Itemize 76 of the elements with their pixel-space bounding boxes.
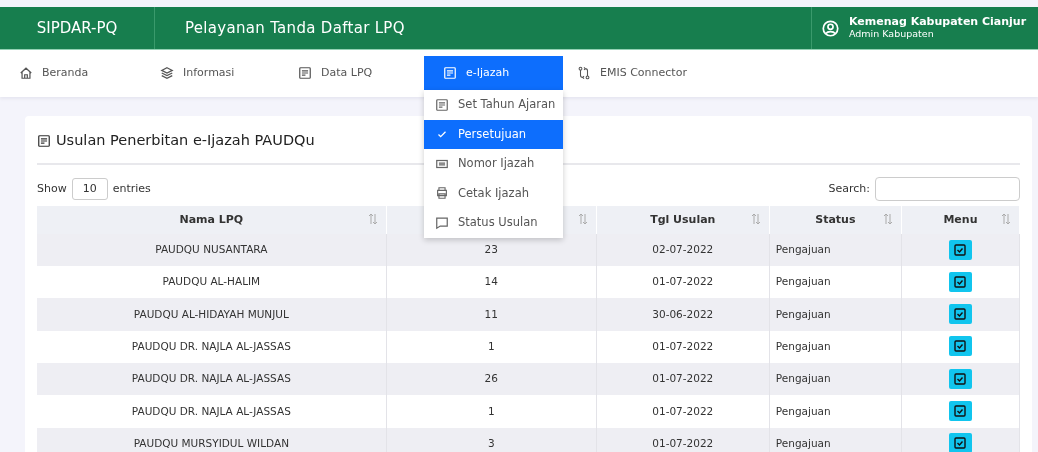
table-cell: 01-07-2022 xyxy=(652,275,714,288)
column-header[interactable]: Status xyxy=(769,205,902,234)
table-cell: PAUDQU DR. NAJLA AL-JASSAS xyxy=(131,372,291,385)
chat-icon xyxy=(435,215,449,230)
column-header[interactable]: Nama LPQ xyxy=(37,205,387,234)
user-name: Kemenag Kabupaten Cianjur xyxy=(849,15,1027,29)
table-cell: 1 xyxy=(487,404,495,417)
user-avatar-icon[interactable] xyxy=(822,19,839,37)
table-cell: 1 xyxy=(487,339,495,352)
document-icon xyxy=(435,97,449,112)
table-cell: 01-07-2022 xyxy=(652,404,714,417)
user-role: Admin Kabupaten xyxy=(849,28,935,41)
checkbox-icon xyxy=(954,243,967,256)
table-cell: PAUDQU AL-HIDAYAH MUNJUL xyxy=(133,307,289,320)
action-button[interactable] xyxy=(948,304,972,325)
table-cell: 11 xyxy=(484,307,498,320)
table-cell: Pengajuan xyxy=(775,243,831,255)
column-header[interactable]: Tgl Usulan xyxy=(596,205,770,234)
document-icon xyxy=(37,134,51,148)
action-button[interactable] xyxy=(948,271,972,292)
action-button[interactable] xyxy=(948,368,972,389)
table-cell: 01-07-2022 xyxy=(652,372,714,385)
checkbox-icon xyxy=(954,340,967,353)
table-cell: 3 xyxy=(487,436,495,449)
search-label: Search: xyxy=(828,180,870,197)
search-field[interactable] xyxy=(875,176,1020,201)
page-title: Pelayanan Tanda Daftar LPQ xyxy=(184,17,406,39)
action-button[interactable] xyxy=(948,336,972,357)
action-button[interactable] xyxy=(948,401,972,421)
checkbox-icon xyxy=(954,308,967,321)
table-cell: PAUDQU NUSANTARA xyxy=(155,243,268,255)
table-cell: Pengajuan xyxy=(775,307,831,320)
show-label: Show xyxy=(37,180,67,197)
table-cell: Pengajuan xyxy=(775,339,831,352)
action-button[interactable] xyxy=(948,239,972,260)
table-cell: PAUDQU MURSYIDUL WILDAN xyxy=(133,436,289,449)
table-cell: 30-06-2022 xyxy=(652,307,714,320)
dropdown-item[interactable]: Persetujuan xyxy=(424,119,563,149)
column-header[interactable]: Menu xyxy=(901,205,1020,234)
app-brand[interactable]: SIPDAR-PQ xyxy=(0,7,155,49)
table-cell: PAUDQU DR. NAJLA AL-JASSAS xyxy=(131,339,291,352)
checkbox-icon xyxy=(954,372,967,385)
table-cell: 14 xyxy=(484,275,498,288)
action-button[interactable] xyxy=(948,433,972,452)
table-cell: Pengajuan xyxy=(775,275,831,288)
document-icon xyxy=(298,66,312,80)
home-icon xyxy=(19,66,33,80)
checkbox-icon xyxy=(954,405,967,417)
nav-tab[interactable]: Beranda xyxy=(0,56,141,90)
document-icon xyxy=(443,66,457,80)
table-cell: 26 xyxy=(484,372,498,385)
dropdown-item[interactable]: Nomor Ijazah xyxy=(424,149,563,179)
table-cell: 01-07-2022 xyxy=(652,436,714,449)
dropdown-item[interactable]: Cetak Ijazah xyxy=(424,178,563,208)
entries-select[interactable]: 10 xyxy=(71,177,108,200)
table-cell: PAUDQU AL-HALIM xyxy=(162,275,261,288)
layers-icon xyxy=(160,66,174,80)
checkbox-icon xyxy=(954,275,967,288)
nav-tab[interactable]: Data LPQ xyxy=(279,56,424,90)
entries-label: entries xyxy=(112,180,151,197)
table-cell: Pengajuan xyxy=(775,436,831,449)
table-cell: Pengajuan xyxy=(775,404,831,417)
card-title: Usulan Penerbitan e-Ijazah PAUDQu xyxy=(56,131,315,150)
table-cell: PAUDQU DR. NAJLA AL-JASSAS xyxy=(131,404,291,417)
table-cell: Pengajuan xyxy=(775,372,831,385)
dropdown-item[interactable]: Status Usulan xyxy=(424,208,563,238)
connector-icon xyxy=(577,66,591,80)
dropdown-item[interactable]: Set Tahun Ajaran xyxy=(424,90,563,120)
nav-tab[interactable]: Informasi xyxy=(141,56,279,90)
table-cell: 01-07-2022 xyxy=(652,339,714,352)
nav-tab[interactable]: EMIS Connector xyxy=(563,56,699,90)
checkbox-icon xyxy=(954,437,967,450)
nav-tab[interactable]: e-Ijazah xyxy=(424,56,563,90)
table-cell: 23 xyxy=(484,243,498,255)
table-cell: 02-07-2022 xyxy=(652,243,714,255)
printer-icon xyxy=(435,186,449,201)
